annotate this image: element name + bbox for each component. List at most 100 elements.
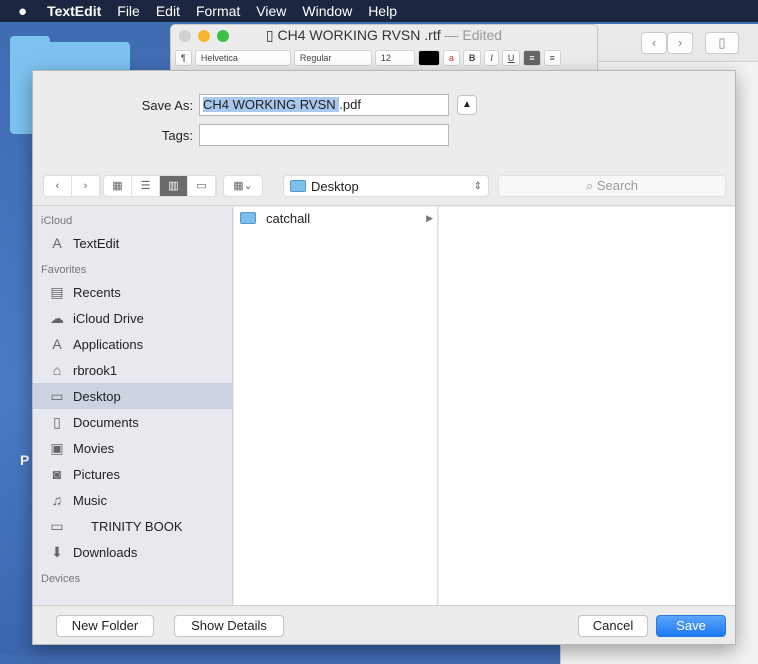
align-left-icon[interactable]: ≡ <box>523 50 541 66</box>
sidebar-section-header: Favorites <box>41 264 87 276</box>
sidebar-item-label: Applications <box>73 336 144 352</box>
folder-icon <box>290 180 306 192</box>
new-folder-button[interactable]: New Folder <box>56 615 154 637</box>
sidebar-item-pictures[interactable]: ◙ Pictures <box>33 461 232 487</box>
menu-window[interactable]: Window <box>302 3 352 19</box>
menu-app[interactable]: TextEdit <box>47 3 101 19</box>
separator: — <box>444 27 459 43</box>
bold-button[interactable]: B <box>462 50 482 66</box>
applications-icon: A <box>52 336 62 352</box>
font-family-select[interactable]: Helvetica <box>194 50 291 66</box>
home-icon: ⌂ <box>52 362 62 378</box>
cover-flow-icon[interactable]: ▭ <box>188 176 216 196</box>
back-icon[interactable]: ‹ <box>44 176 72 196</box>
save-dialog: Save As: CH4 WORKING RVSN .pdf ▲ Tags: ‹… <box>32 70 736 645</box>
column-view-icon[interactable]: ▥ <box>160 176 188 196</box>
menu-view[interactable]: View <box>256 3 286 19</box>
text-color-button[interactable] <box>417 50 440 66</box>
font-size-select[interactable]: 12 <box>374 50 415 66</box>
textedit-window: ▯ CH4 WORKING RVSN .rtf — Edited ¶ Helve… <box>170 24 598 71</box>
save-as-input[interactable]: CH4 WORKING RVSN .pdf <box>199 94 449 116</box>
sidebar-item-label: Recents <box>73 284 121 300</box>
updown-chevron-icon: ⇕ <box>473 180 482 192</box>
documents-icon: ▯ <box>53 413 61 430</box>
paragraph-style-button[interactable]: ¶ <box>175 50 192 66</box>
desktop-label: P <box>20 452 30 468</box>
menu-help[interactable]: Help <box>368 3 397 19</box>
app-icon: A <box>52 235 62 251</box>
sidebar-item-desktop[interactable]: ▭ Desktop <box>33 383 232 409</box>
folder-icon <box>240 212 256 224</box>
sidebar-item-textedit[interactable]: A TextEdit <box>33 230 232 256</box>
sidebar-section-header: Devices <box>41 573 81 585</box>
sidebar-item-applications[interactable]: A Applications <box>33 331 232 357</box>
arrange-icon[interactable]: ▦⌄ <box>224 176 262 196</box>
sidebar: iCloud A TextEdit Favorites ▤ Recents ☁ iCloud … <box>33 207 233 605</box>
sidebar-item-movies[interactable]: ▣ Movies <box>33 435 232 461</box>
filename-extension: .pdf <box>339 97 361 112</box>
folder-icon: ▭ <box>50 517 64 534</box>
forward-icon[interactable]: › <box>667 32 693 54</box>
location-select[interactable]: Desktop ⇕ <box>283 175 489 197</box>
icon-view-icon[interactable]: ▦ <box>104 176 132 196</box>
italic-button[interactable]: I <box>484 50 499 66</box>
location-label: Desktop <box>311 178 359 194</box>
file-column: catchall ▶ <box>234 207 438 605</box>
camera-icon: ◙ <box>52 466 62 482</box>
cloud-icon: ☁ <box>50 309 64 326</box>
list-view-icon[interactable]: ☰ <box>132 176 160 196</box>
sidebar-item-icloud-drive[interactable]: ☁ iCloud Drive <box>33 305 232 331</box>
back-icon[interactable]: ‹ <box>641 32 667 54</box>
browser-toolbar: ‹ › ▦ ☰ ▥ ▭ ▦⌄ Desktop ⇕ ⌕ Search <box>33 166 735 206</box>
menu-edit[interactable]: Edit <box>156 3 180 19</box>
menu-format[interactable]: Format <box>196 3 240 19</box>
apple-menu-icon[interactable]: ● <box>18 3 27 20</box>
sidebar-item-trinity-book[interactable]: ▭ TRINITY BOOK <box>33 513 232 539</box>
search-input[interactable]: ⌕ Search <box>498 175 726 197</box>
desktop-icon: ▭ <box>50 387 64 404</box>
music-icon: ♫ <box>51 492 63 508</box>
disclosure-arrow-icon: ▶ <box>426 212 433 223</box>
sidebar-item-label: TextEdit <box>73 235 120 251</box>
movies-icon: ▣ <box>50 439 64 456</box>
sidebar-item-rbrook1[interactable]: ⌂ rbrook1 <box>33 357 232 383</box>
filename: CH4 WORKING RVSN .rtf <box>277 27 441 43</box>
forward-icon[interactable]: › <box>72 176 100 196</box>
recents-icon: ▤ <box>50 283 64 300</box>
sidebar-item-documents[interactable]: ▯ Documents <box>33 409 232 435</box>
preview-column <box>439 207 735 605</box>
tags-input[interactable] <box>199 124 449 146</box>
downloads-icon: ⬇ <box>51 543 63 560</box>
sidebar-item-downloads[interactable]: ⬇ Downloads <box>33 539 232 565</box>
show-details-button[interactable]: Show Details <box>174 615 284 637</box>
collapse-chevron-icon[interactable]: ▲ <box>457 95 477 115</box>
window-title: ▯ CH4 WORKING RVSN .rtf — Edited <box>171 27 597 44</box>
sidebar-item-label: Movies <box>73 440 115 456</box>
search-placeholder: Search <box>596 178 639 193</box>
dialog-footer: New Folder Show Details Cancel Save <box>33 605 735 645</box>
underline-button[interactable]: U <box>501 50 521 66</box>
sidebar-item-label: Pictures <box>73 466 120 482</box>
file-name: catchall <box>266 210 311 226</box>
save-button[interactable]: Save <box>656 615 726 637</box>
sidebar-item-recents[interactable]: ▤ Recents <box>33 279 232 305</box>
sidebar-item-label: Desktop <box>73 388 121 404</box>
align-center-icon[interactable]: ≡ <box>543 50 561 66</box>
menu-file[interactable]: File <box>117 3 140 19</box>
font-style-select[interactable]: Regular <box>293 50 372 66</box>
filename-selected: CH4 WORKING RVSN <box>203 97 340 112</box>
sidebar-item-label: iCloud Drive <box>73 310 144 326</box>
cancel-button[interactable]: Cancel <box>578 615 648 637</box>
tags-label: Tags: <box>161 127 193 143</box>
highlight-color-icon[interactable]: a <box>442 50 460 66</box>
sidebar-toggle-icon[interactable]: ▯ <box>705 32 739 54</box>
sidebar-item-label: Music <box>73 492 107 508</box>
menu-bar: ● TextEdit File Edit Format View Window … <box>0 0 758 22</box>
sidebar-item-label: Downloads <box>73 544 138 560</box>
file-item-catchall[interactable]: catchall ▶ <box>234 208 437 228</box>
edited-status: Edited <box>462 27 503 43</box>
search-icon: ⌕ <box>585 178 597 193</box>
document-icon: ▯ <box>265 27 278 43</box>
sidebar-item-music[interactable]: ♫ Music <box>33 487 232 513</box>
save-as-label: Save As: <box>141 97 193 113</box>
